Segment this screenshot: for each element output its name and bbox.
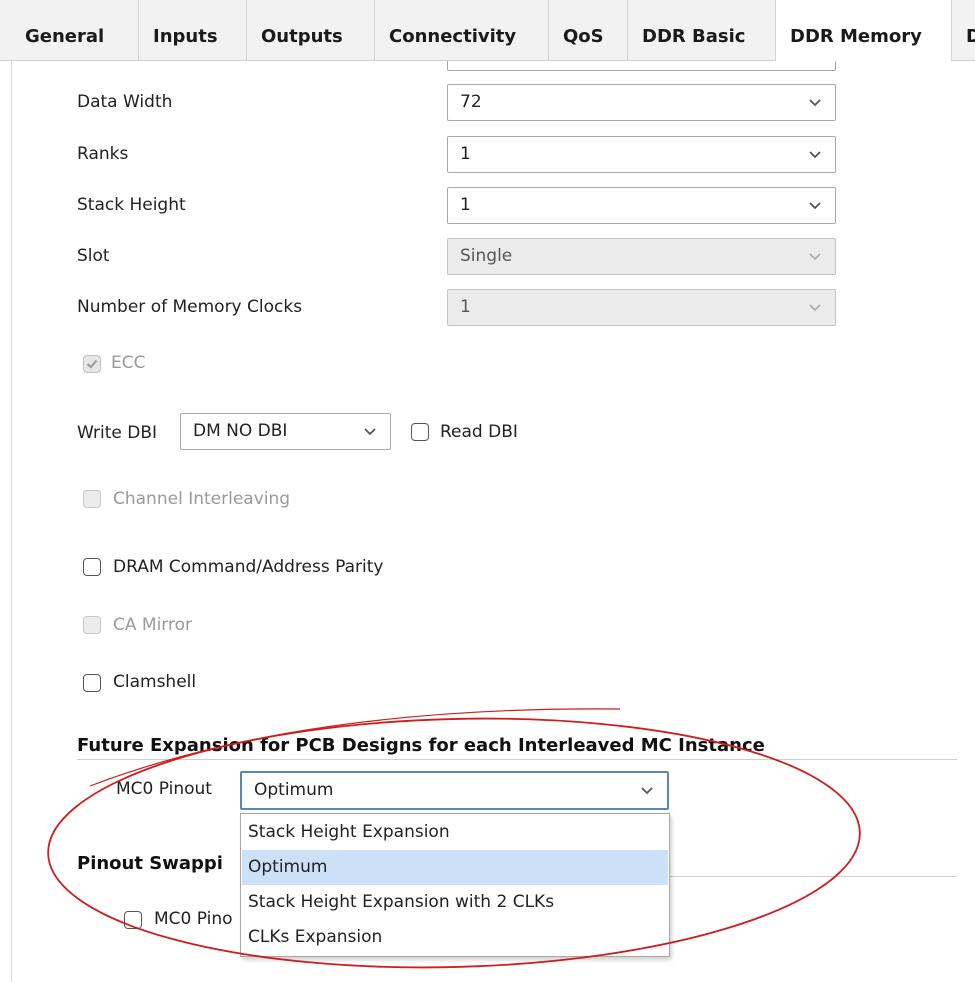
mc0-pinout-value: Optimum [254,780,334,800]
chevron-down-icon [639,782,655,798]
channel-interleaving-label: Channel Interleaving [113,489,291,509]
panel-left-border [11,61,12,982]
ecc-label: ECC [111,353,146,373]
chevron-down-icon [807,146,823,162]
stack-height-value: 1 [460,195,471,215]
ranks-label: Ranks [77,144,129,164]
mc0-pinout-select[interactable]: Optimum [240,771,669,810]
tab-connectivity[interactable]: Connectivity [375,0,549,60]
memory-clocks-label: Number of Memory Clocks [77,297,303,317]
channel-interleaving-checkbox [83,490,101,508]
tab-bar: General Inputs Outputs Connectivity QoS … [0,0,975,61]
future-expansion-title: Future Expansion for PCB Designs for eac… [77,735,765,756]
dropdown-option[interactable]: Stack Height Expansion with 2 CLKs [242,885,668,920]
clamshell-label: Clamshell [113,672,197,692]
chevron-down-icon [362,423,378,439]
data-width-label: Data Width [77,92,173,112]
ca-mirror-checkbox [83,616,101,634]
chevron-down-icon [807,299,823,315]
tab-inputs[interactable]: Inputs [139,0,247,60]
slot-select: Single [447,238,836,275]
ddr-memory-panel: Data Width 72 Ranks 1 Stack Height 1 Slo… [0,61,975,982]
dropdown-option-selected[interactable]: Optimum [242,850,668,885]
chevron-down-icon [807,94,823,110]
memory-clocks-select: 1 [447,289,836,326]
stack-height-label: Stack Height [77,195,186,215]
top-partial-combo[interactable] [447,61,836,71]
dram-parity-checkbox[interactable] [83,558,101,576]
ranks-value: 1 [460,144,471,164]
mc0-pinout-swap-checkbox[interactable] [124,911,142,929]
write-dbi-label: Write DBI [77,423,158,443]
slot-label: Slot [77,246,110,266]
mc0-pinout-swap-label: MC0 Pino [154,909,233,929]
ecc-checkbox [83,355,101,373]
stack-height-select[interactable]: 1 [447,187,836,224]
tab-partial[interactable]: D [952,0,975,60]
chevron-down-icon [807,248,823,264]
mc0-pinout-label: MC0 Pinout [116,779,212,799]
dropdown-option[interactable]: CLKs Expansion [242,920,668,955]
ranks-select[interactable]: 1 [447,136,836,173]
read-dbi-label: Read DBI [440,422,518,442]
tab-qos[interactable]: QoS [549,0,628,60]
tab-ddr-basic[interactable]: DDR Basic [628,0,776,60]
data-width-value: 72 [460,92,482,112]
section-divider [77,759,957,760]
checkmark-icon [86,359,98,369]
tab-outputs[interactable]: Outputs [247,0,375,60]
tab-ddr-memory[interactable]: DDR Memory [776,0,952,61]
dropdown-option[interactable]: Stack Height Expansion [242,815,668,850]
section-divider [670,876,957,877]
write-dbi-value: DM NO DBI [193,421,288,441]
clamshell-checkbox[interactable] [83,674,101,692]
mc0-pinout-dropdown-list: Stack Height Expansion Optimum Stack Hei… [240,813,670,957]
data-width-select[interactable]: 72 [447,84,836,121]
memory-clocks-value: 1 [460,297,471,317]
chevron-down-icon [807,197,823,213]
tab-general[interactable]: General [11,0,139,60]
slot-value: Single [460,246,513,266]
write-dbi-select[interactable]: DM NO DBI [180,413,391,450]
ca-mirror-label: CA Mirror [113,615,192,635]
read-dbi-checkbox[interactable] [411,423,429,441]
dram-parity-label: DRAM Command/Address Parity [113,557,384,577]
pinout-swapping-title: Pinout Swappi [77,853,223,874]
